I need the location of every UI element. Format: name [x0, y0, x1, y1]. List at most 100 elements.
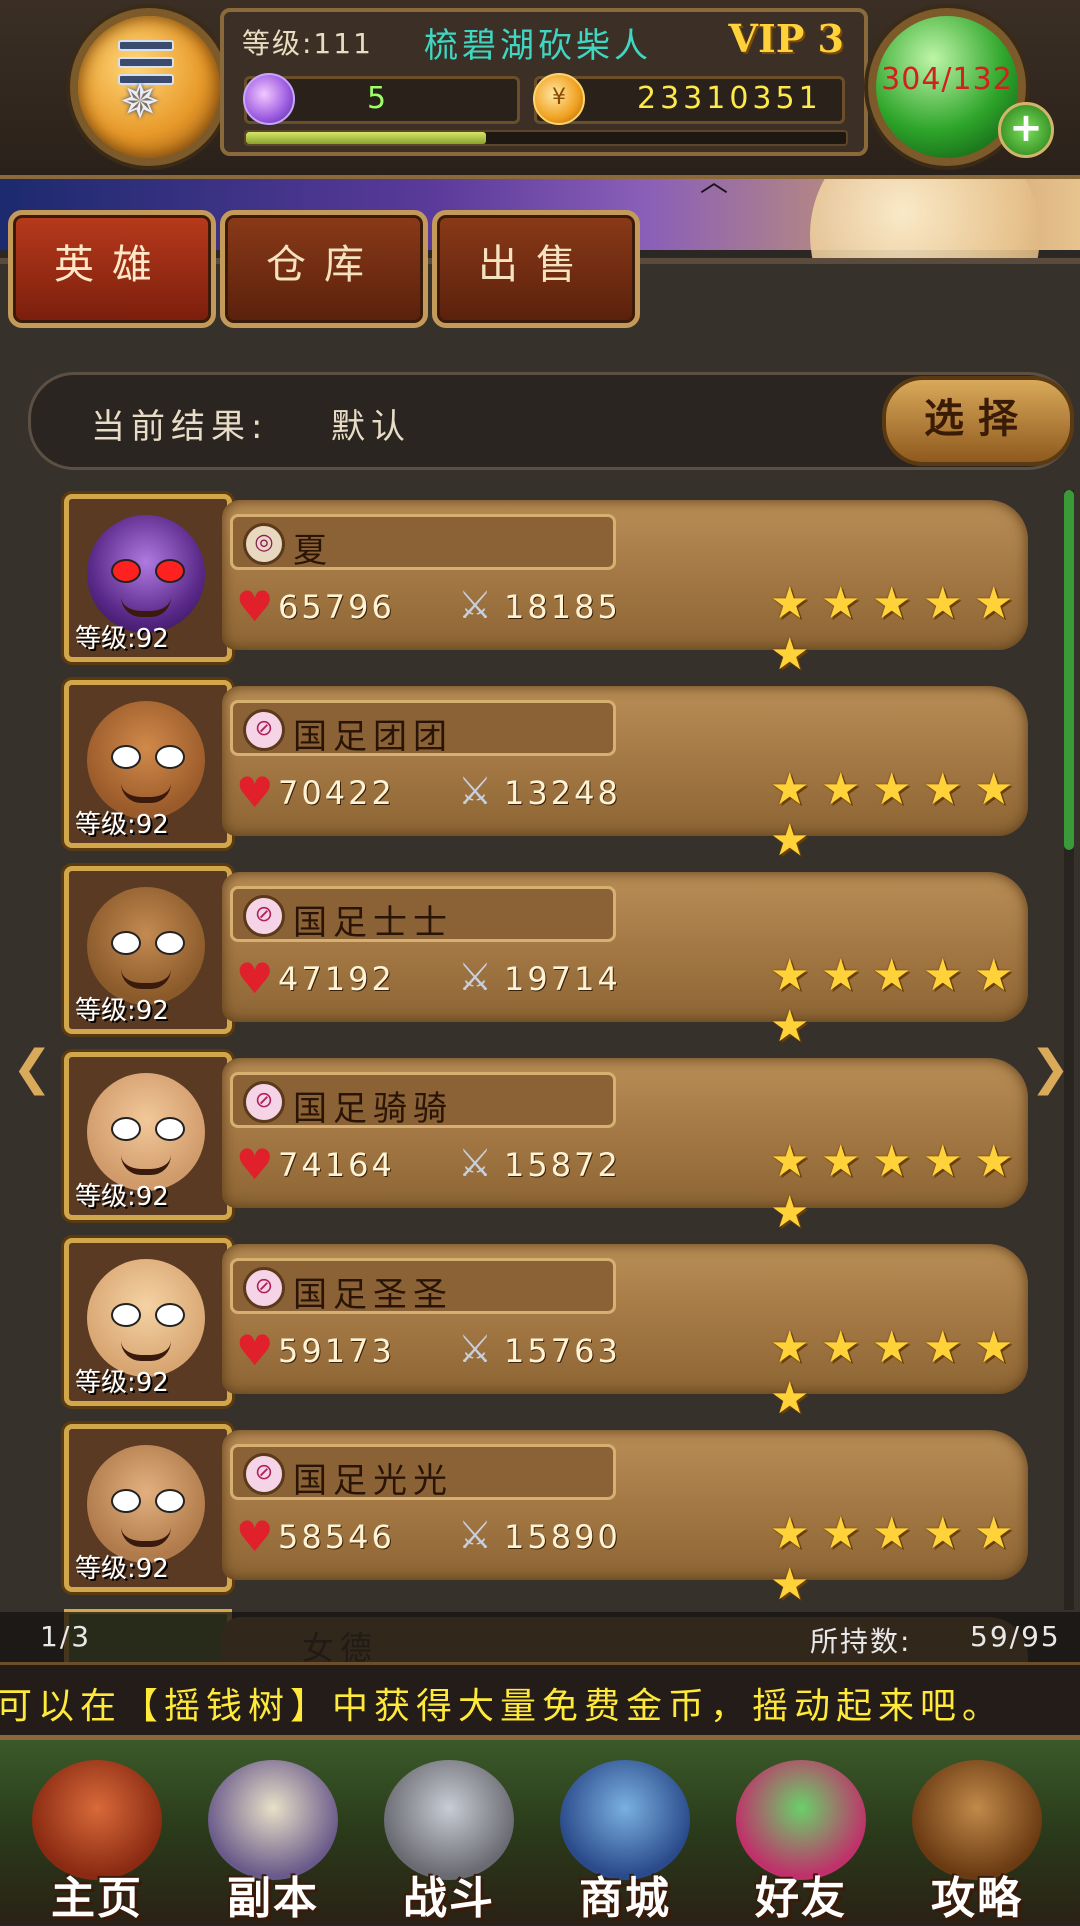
hero-name: 夏	[293, 531, 333, 571]
hero-scroll: ⊘ 国足团团 ♥ 70422 ⚔ 13248 ★ ★ ★ ★ ★★	[222, 686, 1028, 866]
spear-badge-icon: ⊘	[243, 1453, 285, 1495]
rank-orb[interactable]: ✵	[70, 8, 228, 166]
hero-row[interactable]: 等级:92 ⊘ 国足光光 ♥ 58546 ⚔ 15890 ★ ★ ★ ★ ★★	[60, 1420, 1030, 1610]
hero-name: 国足光光	[293, 1461, 453, 1501]
nav-item-3[interactable]: 商城	[540, 1740, 710, 1925]
nav-item-1[interactable]: 副本	[188, 1740, 358, 1925]
hero-hp: 70422	[278, 774, 395, 812]
star-icon: ★	[872, 764, 912, 815]
star-icon: ★	[770, 1136, 810, 1187]
nav-item-2[interactable]: 战斗	[364, 1740, 534, 1925]
hero-mouth	[121, 595, 171, 617]
star-icon: ★	[770, 629, 810, 680]
hero-face	[87, 701, 205, 819]
star-icon: ★	[770, 1187, 810, 1238]
hero-eye	[111, 931, 141, 955]
nav-item-5[interactable]: 攻略	[892, 1740, 1062, 1925]
nav-item-4[interactable]: 好友	[716, 1740, 886, 1925]
add-stamina-button[interactable]: +	[998, 102, 1054, 158]
gem-icon	[243, 73, 295, 125]
spear-badge-icon: ⊘	[243, 895, 285, 937]
star-rating: ★ ★ ★ ★ ★★	[770, 1136, 1028, 1238]
gem-value: 5	[367, 81, 391, 116]
announcement-ticker: 可以在【摇钱树】中获得大量免费金币，摇动起来吧。	[0, 1662, 1080, 1738]
crossed-swords-icon: ⚔	[458, 583, 493, 627]
tab-sell[interactable]: 出售	[432, 210, 640, 328]
crossed-swords-icon: ⚔	[458, 769, 493, 813]
hero-scroll: ⊘ 国足圣圣 ♥ 59173 ⚔ 15763 ★ ★ ★ ★ ★★	[222, 1244, 1028, 1424]
star-icon: ★	[770, 1001, 810, 1052]
star-icon: ★	[974, 764, 1014, 815]
star-icon: ★	[872, 1508, 912, 1559]
star-icon: ★	[872, 1136, 912, 1187]
crossed-swords-icon: ⚔	[458, 955, 493, 999]
heart-icon: ♥	[236, 1326, 274, 1375]
hero-name-plate: ⊘ 国足圣圣	[230, 1258, 616, 1315]
select-button[interactable]: 选择	[882, 376, 1074, 466]
list-footer: 1/3 所持数: 59/95	[0, 1612, 1080, 1662]
star-rating: ★ ★ ★ ★ ★★	[770, 764, 1028, 866]
hero-eye	[155, 1117, 185, 1141]
star-icon: ★	[770, 950, 810, 1001]
hero-row[interactable]: 等级:92 ◎ 夏 ♥ 65796 ⚔ 18185 ★ ★ ★ ★ ★★	[60, 490, 1030, 680]
hero-mouth	[121, 781, 171, 803]
star-icon: ★	[821, 1136, 861, 1187]
hero-name-plate: ⊘ 国足骑骑	[230, 1072, 616, 1129]
star-rating: ★ ★ ★ ★ ★★	[770, 578, 1028, 680]
star-icon: ★	[770, 764, 810, 815]
vip-badge[interactable]: VIP 3	[728, 16, 844, 61]
hero-row[interactable]: 等级:92 ⊘ 国足团团 ♥ 70422 ⚔ 13248 ★ ★ ★ ★ ★★	[60, 676, 1030, 866]
hero-scroll: ⊘ 国足光光 ♥ 58546 ⚔ 15890 ★ ★ ★ ★ ★★	[222, 1430, 1028, 1610]
star-icon: ★	[770, 578, 810, 629]
stamina-value: 304/132	[881, 62, 1013, 97]
hero-eye	[155, 559, 185, 583]
hero-attack: 15763	[504, 1332, 621, 1370]
heart-icon: ♥	[236, 1512, 274, 1561]
hero-row[interactable]: 等级:92 ⊘ 国足士士 ♥ 47192 ⚔ 19714 ★ ★ ★ ★ ★★	[60, 862, 1030, 1052]
star-rating: ★ ★ ★ ★ ★★	[770, 950, 1028, 1052]
crossed-swords-icon: ⚔	[458, 1513, 493, 1557]
spear-badge-icon: ⊘	[243, 1081, 285, 1123]
top-hud: ✵ 等级:111 梳碧湖砍柴人 VIP 3 5 ¥ 23310351 304/1…	[0, 0, 1080, 179]
star-icon: ★	[821, 764, 861, 815]
hero-eye	[155, 745, 185, 769]
nav-label: 战斗	[403, 1873, 495, 1924]
hero-mouth	[121, 1525, 171, 1547]
player-info-panel: 等级:111 梳碧湖砍柴人 VIP 3 5 ¥ 23310351	[220, 8, 868, 156]
hero-face	[87, 1073, 205, 1191]
gold-counter[interactable]: ¥ 23310351	[533, 73, 845, 125]
hero-portrait: 等级:92	[64, 680, 232, 848]
nav-label: 攻略	[931, 1873, 1023, 1924]
nav-item-0[interactable]: 主页	[12, 1740, 182, 1925]
crossed-swords-icon: ⚔	[458, 1141, 493, 1185]
tab-warehouse[interactable]: 仓库	[220, 210, 428, 328]
hero-row[interactable]: 等级:92 ⊘ 国足骑骑 ♥ 74164 ⚔ 15872 ★ ★ ★ ★ ★★	[60, 1048, 1030, 1238]
hold-count-value: 59/95	[970, 1620, 1061, 1653]
hero-eye	[111, 1303, 141, 1327]
hero-attack: 19714	[504, 960, 621, 998]
hero-level: 等级:92	[75, 1182, 169, 1212]
star-icon: ★	[872, 950, 912, 1001]
hero-portrait: 等级:92	[64, 494, 232, 662]
gold-value: 23310351	[637, 81, 822, 116]
hero-row[interactable]: 等级:92 ⊘ 国足圣圣 ♥ 59173 ⚔ 15763 ★ ★ ★ ★ ★★	[60, 1234, 1030, 1424]
hero-name-plate: ⊘ 国足团团	[230, 700, 616, 757]
hero-eye	[111, 745, 141, 769]
hero-level: 等级:92	[75, 1554, 169, 1584]
hero-name-plate: ⊘ 国足光光	[230, 1444, 616, 1501]
hero-name: 国足圣圣	[293, 1275, 453, 1315]
hero-level: 等级:92	[75, 1368, 169, 1398]
hero-scroll: ◎ 夏 ♥ 65796 ⚔ 18185 ★ ★ ★ ★ ★★	[222, 500, 1028, 680]
player-name: 梳碧湖砍柴人	[424, 26, 652, 66]
tab-heroes[interactable]: 英雄	[8, 210, 216, 328]
filter-label: 当前结果:	[91, 407, 269, 447]
hero-attack: 18185	[504, 588, 621, 626]
star-icon: ★	[770, 1508, 810, 1559]
star-icon: ★	[770, 1559, 810, 1610]
hero-attack: 15890	[504, 1518, 621, 1556]
hero-eye	[155, 1303, 185, 1327]
nav-label: 商城	[579, 1873, 671, 1924]
hero-name: 国足骑骑	[293, 1089, 453, 1129]
hero-portrait: 等级:92	[64, 1424, 232, 1592]
gem-counter[interactable]: 5	[243, 73, 520, 125]
